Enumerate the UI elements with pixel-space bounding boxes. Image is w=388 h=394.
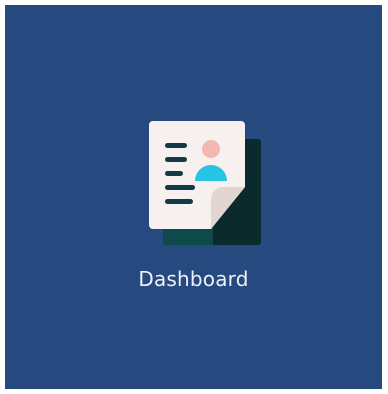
tile-label: Dashboard — [138, 267, 249, 291]
contact-document-icon — [145, 119, 263, 251]
dashboard-tile[interactable]: Dashboard — [5, 5, 382, 389]
